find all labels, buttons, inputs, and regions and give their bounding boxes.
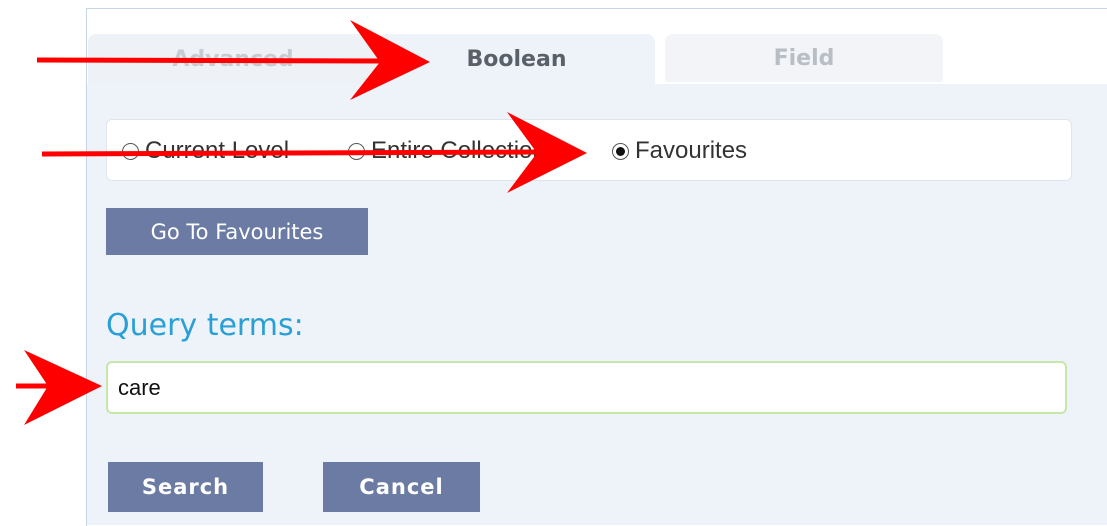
scope-option-label: Current Level bbox=[145, 137, 290, 164]
scope-option-favourites[interactable]: Favourites bbox=[612, 137, 747, 165]
radio-entire-collection[interactable] bbox=[348, 142, 365, 160]
scope-option-label: Entire Collection bbox=[371, 137, 546, 164]
radio-current-level[interactable] bbox=[122, 142, 139, 160]
search-button[interactable]: Search bbox=[108, 462, 263, 512]
query-terms-input[interactable] bbox=[106, 361, 1067, 414]
tab-advanced[interactable]: Advanced bbox=[88, 34, 378, 84]
scope-option-current-level[interactable]: Current Level bbox=[122, 137, 289, 165]
radio-favourites[interactable] bbox=[612, 142, 629, 160]
tab-advanced-label: Advanced bbox=[172, 46, 294, 72]
cancel-button[interactable]: Cancel bbox=[323, 462, 480, 512]
scope-option-label: Favourites bbox=[635, 137, 748, 164]
tab-boolean[interactable]: Boolean bbox=[378, 34, 655, 84]
tab-field-label: Field bbox=[773, 45, 835, 71]
query-terms-label: Query terms: bbox=[106, 308, 304, 343]
tab-field[interactable]: Field bbox=[665, 34, 943, 82]
scope-option-entire-collection[interactable]: Entire Collection bbox=[348, 137, 546, 165]
tab-boolean-label: Boolean bbox=[466, 46, 567, 72]
go-to-favourites-button[interactable]: Go To Favourites bbox=[106, 208, 368, 255]
